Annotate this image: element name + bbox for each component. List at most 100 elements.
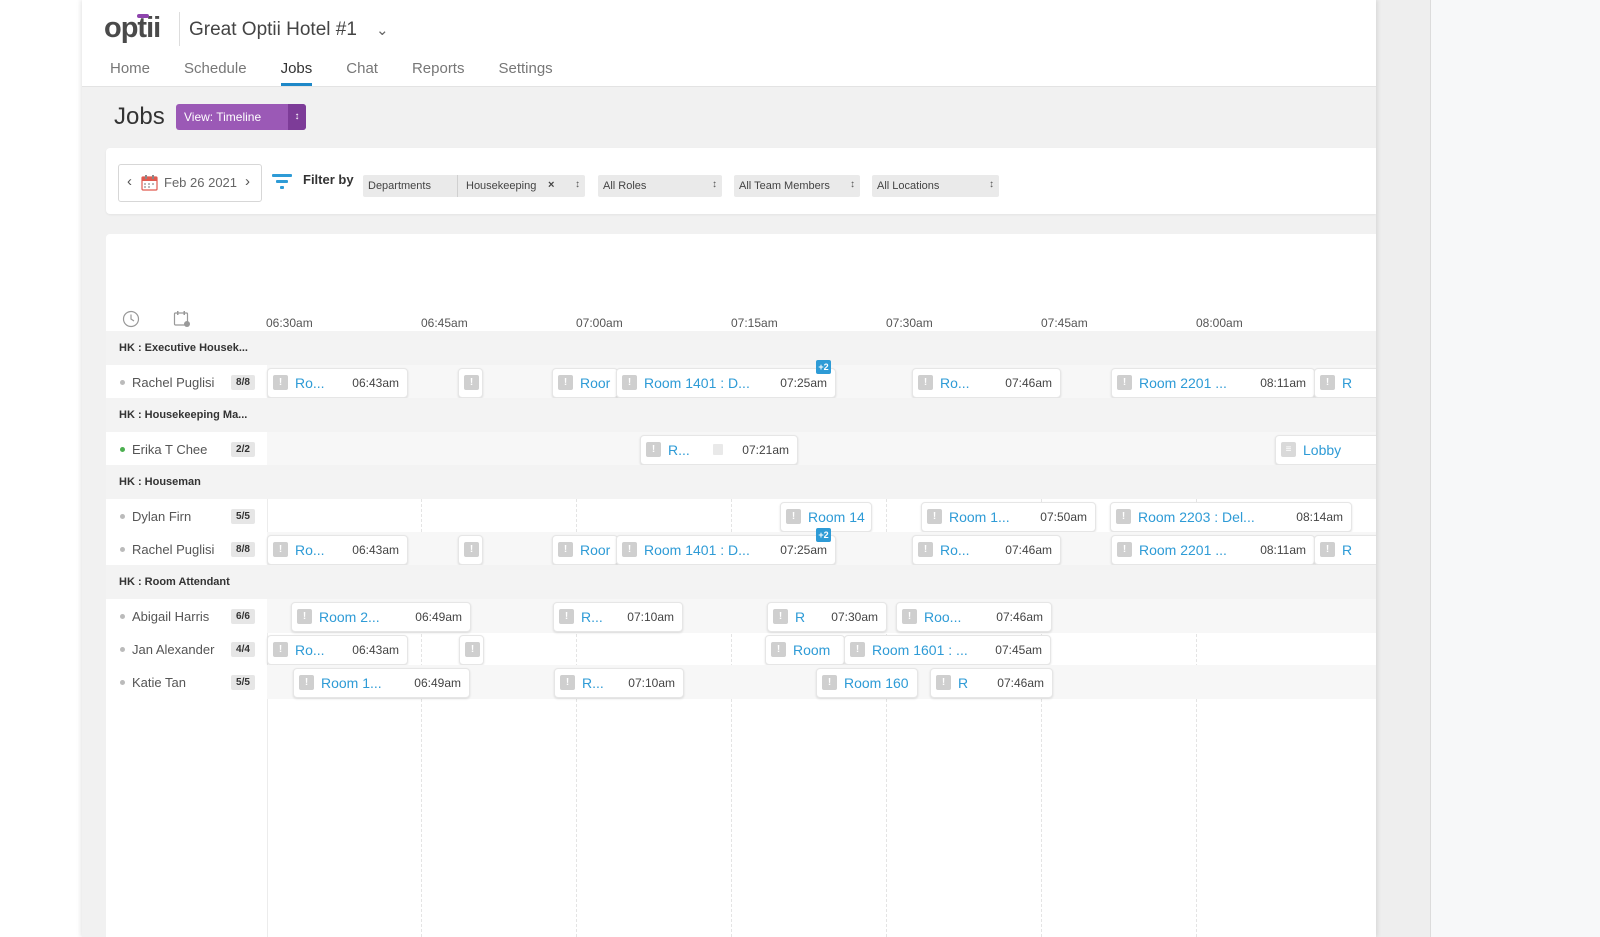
priority-icon: ! bbox=[273, 642, 288, 657]
priority-icon: ! bbox=[465, 642, 480, 657]
staff-name[interactable]: Jan Alexander bbox=[132, 642, 214, 657]
group-name: HK : Houseman bbox=[119, 476, 201, 488]
logo-text: optii bbox=[104, 12, 161, 44]
staff-row: Abigail Harris 6/6! Room 2... 06:49am! R... 0… bbox=[106, 599, 1376, 633]
staff-name[interactable]: Dylan Firn bbox=[132, 509, 191, 524]
page-background-right bbox=[1376, 0, 1430, 937]
job-card[interactable]: ! Room 2201 ... 08:11am bbox=[1111, 535, 1315, 565]
nav-home[interactable]: Home bbox=[110, 60, 150, 86]
staff-name[interactable]: Rachel Puglisi bbox=[132, 375, 214, 390]
nav-settings[interactable]: Settings bbox=[498, 60, 552, 86]
job-card[interactable]: ! Room 1601 : ... 07:45am bbox=[844, 635, 1051, 665]
job-card[interactable]: ! Roo... 07:46am bbox=[896, 602, 1052, 632]
locations-select[interactable]: All Locations ↕ bbox=[872, 175, 999, 197]
job-card[interactable]: ! Roor bbox=[552, 535, 618, 565]
date-value: Feb 26 2021 bbox=[164, 175, 238, 190]
job-label: Ro... bbox=[295, 542, 325, 558]
priority-icon: ! bbox=[850, 642, 865, 657]
hotel-selector[interactable]: Great Optii Hotel #1 bbox=[189, 19, 357, 41]
job-label: R bbox=[1342, 375, 1353, 391]
clock-icon[interactable] bbox=[122, 310, 140, 328]
time-label: 07:15am bbox=[731, 316, 778, 330]
job-time: 07:25am bbox=[776, 543, 827, 557]
job-card[interactable]: ≡ Lobby bbox=[1275, 435, 1376, 465]
job-time: 07:30am bbox=[827, 610, 878, 624]
job-card[interactable]: ! R bbox=[1314, 368, 1376, 398]
priority-icon: ! bbox=[1117, 542, 1132, 557]
nav-chat[interactable]: Chat bbox=[346, 60, 378, 86]
nav-reports[interactable]: Reports bbox=[412, 60, 465, 86]
job-card[interactable]: ! R 07:30am bbox=[767, 602, 887, 632]
job-label: R... bbox=[582, 675, 604, 691]
job-time: 07:45am bbox=[991, 643, 1042, 657]
view-toggle-button[interactable]: View: Timeline ↕ bbox=[176, 104, 306, 130]
job-card[interactable]: ! Room 2203 : Del... 08:14am bbox=[1110, 502, 1352, 532]
job-time: 06:43am bbox=[348, 543, 399, 557]
job-card[interactable]: ! Room 1401 : D... 07:25am bbox=[616, 368, 836, 398]
job-card[interactable]: ! Room bbox=[765, 635, 845, 665]
job-card[interactable]: ! Ro... 06:43am bbox=[267, 368, 408, 398]
job-card[interactable]: ! Ro... 06:43am bbox=[267, 635, 408, 665]
chevron-down-icon[interactable]: ⌄ bbox=[376, 21, 389, 39]
job-card[interactable]: ! Ro... 07:46am bbox=[912, 368, 1061, 398]
roles-select[interactable]: All Roles ↕ bbox=[598, 175, 722, 197]
roles-value: All Roles bbox=[603, 180, 647, 192]
calendar-icon bbox=[141, 175, 158, 191]
job-time: 07:46am bbox=[1001, 376, 1052, 390]
calendar-settings-icon[interactable] bbox=[173, 310, 191, 328]
job-card[interactable]: ! Ro... 06:43am bbox=[267, 535, 408, 565]
group-header-hk-room-attendant: HK : Room Attendant bbox=[106, 565, 1376, 599]
staff-name[interactable]: Erika T Chee bbox=[132, 442, 207, 457]
optii-logo[interactable]: optii bbox=[104, 12, 161, 45]
side-panel bbox=[1431, 0, 1600, 937]
nav-schedule[interactable]: Schedule bbox=[184, 60, 247, 86]
job-card[interactable]: ! R 07:46am bbox=[930, 668, 1053, 698]
up-down-arrows-icon: ↕ bbox=[989, 179, 994, 190]
job-label: R bbox=[958, 675, 969, 691]
job-card[interactable]: ! R... 07:21am bbox=[640, 435, 798, 465]
priority-icon: ! bbox=[936, 675, 951, 690]
up-down-arrows-icon: ↕ bbox=[575, 179, 580, 190]
job-time: 06:49am bbox=[410, 676, 461, 690]
job-card[interactable]: ! Room 2201 ... 08:11am bbox=[1111, 368, 1315, 398]
job-label: Room 2203 : Del... bbox=[1138, 509, 1255, 525]
job-card[interactable]: ! Room 2... 06:49am bbox=[291, 602, 471, 632]
filter-label: Filter by bbox=[303, 172, 354, 187]
job-card[interactable]: ! Room 1401 : D... 07:25am bbox=[616, 535, 836, 565]
job-card[interactable]: ! Room 160 bbox=[816, 668, 918, 698]
job-label: R... bbox=[668, 442, 690, 458]
priority-icon: ! bbox=[771, 642, 786, 657]
time-label: 07:30am bbox=[886, 316, 933, 330]
job-card[interactable]: ! R... 07:10am bbox=[554, 668, 684, 698]
staff-name[interactable]: Rachel Puglisi bbox=[132, 542, 214, 557]
job-card[interactable]: ! Room 1... 07:50am bbox=[921, 502, 1096, 532]
job-card[interactable]: ! R bbox=[1314, 535, 1376, 565]
remove-chip-icon[interactable]: × bbox=[548, 179, 554, 191]
job-card[interactable]: ! Room 1... 06:49am bbox=[293, 668, 470, 698]
more-jobs-badge[interactable]: +2 bbox=[816, 360, 831, 374]
job-card[interactable]: ! R... 07:10am bbox=[553, 602, 683, 632]
staff-name[interactable]: Abigail Harris bbox=[132, 609, 209, 624]
job-card[interactable]: ! bbox=[458, 368, 483, 398]
job-card[interactable]: ! bbox=[459, 635, 484, 665]
date-picker[interactable]: ‹ Feb 26 2021 › bbox=[118, 164, 262, 202]
priority-icon: ! bbox=[559, 609, 574, 624]
departments-select[interactable]: Departments Housekeeping × ↕ bbox=[363, 175, 585, 197]
job-card[interactable]: ! Ro... 07:46am bbox=[912, 535, 1061, 565]
chevron-left-icon[interactable]: ‹ bbox=[127, 173, 132, 190]
nav-jobs[interactable]: Jobs bbox=[280, 60, 313, 86]
logo-mark bbox=[137, 14, 149, 18]
group-name: HK : Executive Housek... bbox=[119, 342, 248, 354]
staff-name[interactable]: Katie Tan bbox=[132, 675, 186, 690]
job-card[interactable]: ! Roor bbox=[552, 368, 618, 398]
more-jobs-badge[interactable]: +2 bbox=[816, 528, 831, 542]
job-card[interactable]: ! bbox=[458, 535, 483, 565]
chevron-right-icon[interactable]: › bbox=[245, 173, 250, 190]
staff-row: Katie Tan 5/5! Room 1... 06:49am! R... 07:10a… bbox=[106, 665, 1376, 699]
page-title: Jobs bbox=[114, 103, 165, 130]
priority-icon: ! bbox=[822, 675, 837, 690]
job-label: Room 1... bbox=[321, 675, 382, 691]
status-dot-icon bbox=[120, 447, 125, 452]
housekeeping-chip-label: Housekeeping bbox=[466, 180, 537, 192]
team-members-select[interactable]: All Team Members ↕ bbox=[734, 175, 860, 197]
